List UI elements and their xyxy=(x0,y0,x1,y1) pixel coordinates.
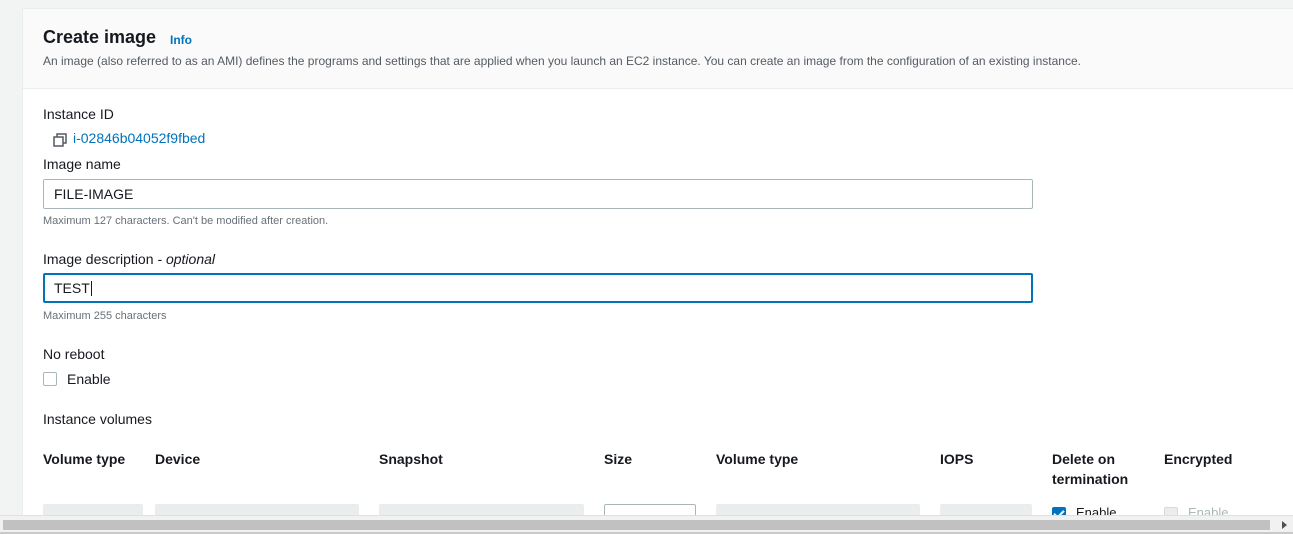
page-title: Create image xyxy=(43,27,157,47)
panel-header: Create image Info An image (also referre… xyxy=(23,9,1293,89)
scroll-right-arrow-icon[interactable] xyxy=(1282,521,1287,529)
optional-tag: - optional xyxy=(153,251,215,267)
col-snapshot: Snapshot xyxy=(379,451,443,467)
create-image-page: Create image Info An image (also referre… xyxy=(0,0,1293,534)
image-name-label: Image name xyxy=(43,156,121,172)
col-encrypted: Encrypted xyxy=(1164,451,1233,467)
no-reboot-enable-label[interactable]: Enable xyxy=(67,371,111,387)
image-description-label-text: Image description xyxy=(43,251,154,267)
col-size: Size xyxy=(604,451,633,467)
copy-icon[interactable] xyxy=(53,133,67,147)
col-volume-type: Volume type xyxy=(43,451,126,467)
text-caret xyxy=(90,281,92,296)
image-description-label: Image description - optional xyxy=(43,251,215,267)
image-description-hint: Maximum 255 characters xyxy=(43,310,167,322)
col-iops: IOPS xyxy=(940,451,974,467)
instance-id-label: Instance ID xyxy=(43,106,114,122)
image-name-value: FILE-IMAGE xyxy=(54,186,134,202)
create-image-panel: Create image Info An image (also referre… xyxy=(22,8,1293,528)
image-name-input[interactable]: FILE-IMAGE xyxy=(43,179,1033,209)
col-device: Device xyxy=(155,451,201,467)
scrollbar-thumb[interactable] xyxy=(3,520,1270,530)
image-description-input[interactable]: TEST xyxy=(43,273,1033,303)
col-delete-on-termination: Delete on termination xyxy=(1052,451,1129,487)
image-description-value: TEST xyxy=(54,280,90,296)
instance-id-link[interactable]: i-02846b04052f9fbed xyxy=(73,130,205,146)
info-link[interactable]: Info xyxy=(170,33,192,47)
image-name-hint: Maximum 127 characters. Can't be modifie… xyxy=(43,215,329,227)
col-volume-type-2: Volume type xyxy=(716,451,799,467)
no-reboot-checkbox[interactable] xyxy=(43,372,57,386)
no-reboot-label: No reboot xyxy=(43,346,105,362)
instance-volumes-label: Instance volumes xyxy=(43,411,152,427)
page-description: An image (also referred to as an AMI) de… xyxy=(43,54,1081,68)
